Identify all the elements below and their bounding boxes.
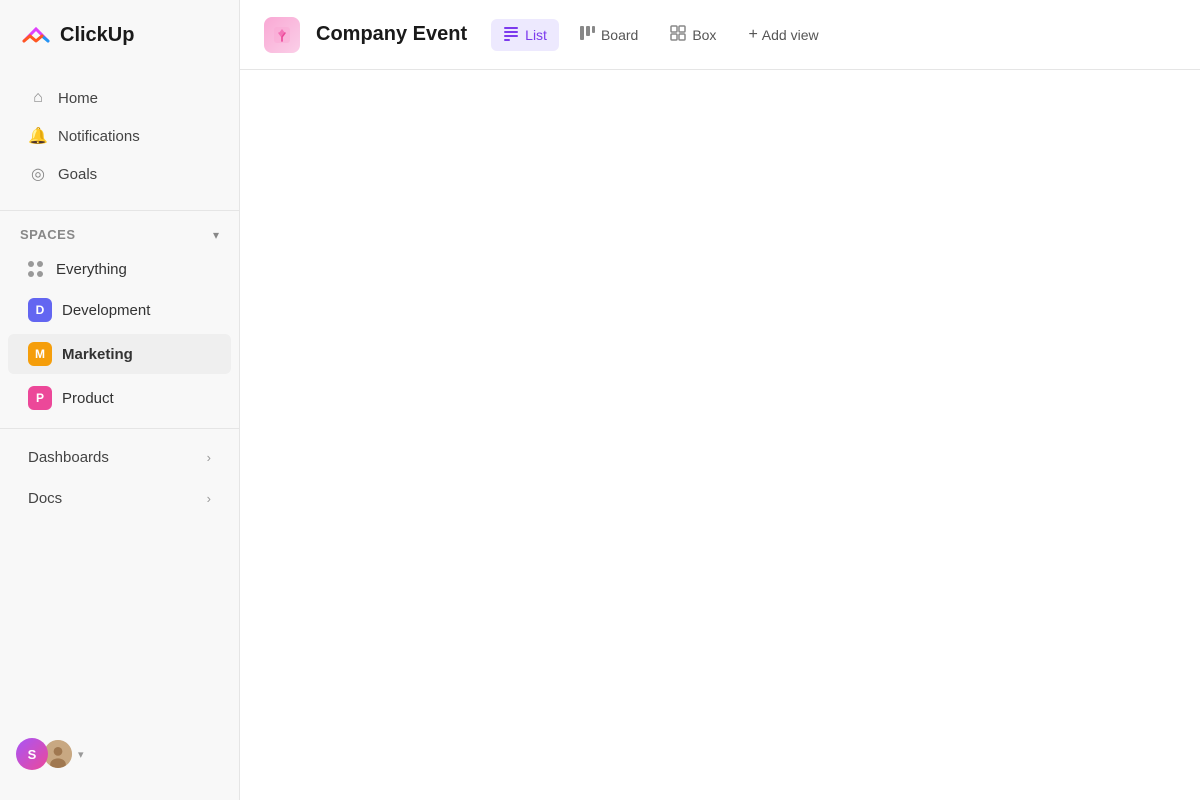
logo-area: ClickUp	[0, 0, 239, 70]
add-view-plus-icon: +	[748, 26, 757, 44]
goals-label: Goals	[58, 166, 97, 183]
user-photo-svg	[44, 738, 72, 770]
product-label: Product	[62, 390, 114, 407]
app-name: ClickUp	[60, 24, 134, 47]
project-title: Company Event	[316, 23, 467, 46]
everything-label: Everything	[56, 261, 127, 278]
list-tab-icon-svg	[503, 25, 519, 41]
tab-board[interactable]: Board	[567, 19, 650, 51]
dashboards-chevron-icon: ›	[207, 450, 211, 465]
spaces-chevron-icon: ▾	[213, 228, 219, 242]
box-tab-icon-svg	[670, 25, 686, 41]
sidebar-divider-2	[0, 428, 239, 429]
sidebar-item-product[interactable]: P Product	[8, 378, 231, 418]
marketing-label: Marketing	[62, 346, 133, 363]
company-event-icon-svg	[271, 24, 293, 46]
sidebar-item-dashboards[interactable]: Dashboards ›	[8, 439, 231, 476]
docs-label: Docs	[28, 490, 207, 507]
spaces-label: Spaces	[20, 227, 76, 242]
bell-icon: 🔔	[28, 126, 48, 146]
sidebar-item-home[interactable]: ⌂ Home	[8, 80, 231, 116]
marketing-avatar: M	[28, 342, 52, 366]
sidebar-item-notifications[interactable]: 🔔 Notifications	[8, 118, 231, 154]
tab-list[interactable]: List	[491, 19, 559, 51]
dashboards-label: Dashboards	[28, 449, 207, 466]
project-icon	[264, 17, 300, 53]
spaces-header[interactable]: Spaces ▾	[0, 219, 239, 250]
development-label: Development	[62, 302, 150, 319]
target-icon: ◎	[28, 164, 48, 184]
box-icon	[670, 25, 686, 45]
home-icon: ⌂	[28, 88, 48, 108]
box-tab-label: Box	[692, 27, 716, 43]
notifications-label: Notifications	[58, 128, 140, 145]
main-area	[240, 70, 1200, 800]
development-avatar: D	[28, 298, 52, 322]
main-content: Company Event List B	[240, 0, 1200, 800]
list-icon	[503, 25, 519, 45]
sidebar-item-development[interactable]: D Development	[8, 290, 231, 330]
top-bar: Company Event List B	[240, 0, 1200, 70]
list-tab-label: List	[525, 27, 547, 43]
sidebar-item-marketing[interactable]: M Marketing	[8, 334, 231, 374]
tab-box[interactable]: Box	[658, 19, 728, 51]
sidebar-footer[interactable]: S ▾	[0, 728, 239, 780]
home-label: Home	[58, 90, 98, 107]
sidebar-divider-1	[0, 210, 239, 211]
user-menu-chevron-icon: ▾	[78, 748, 84, 761]
sidebar-item-goals[interactable]: ◎ Goals	[8, 156, 231, 192]
board-icon	[579, 25, 595, 45]
board-tab-label: Board	[601, 27, 638, 43]
user-avatar-s: S	[16, 738, 48, 770]
clickup-logo-icon	[20, 19, 52, 51]
everything-dots-icon	[28, 260, 46, 278]
add-view-label: Add view	[762, 27, 819, 43]
board-tab-icon-svg	[579, 25, 595, 41]
product-avatar: P	[28, 386, 52, 410]
add-view-button[interactable]: + Add view	[736, 20, 830, 50]
sidebar-item-everything[interactable]: Everything	[8, 252, 231, 286]
docs-chevron-icon: ›	[207, 491, 211, 506]
nav-section: ⌂ Home 🔔 Notifications ◎ Goals	[0, 70, 239, 202]
sidebar: ClickUp ⌂ Home 🔔 Notifications ◎ Goals S…	[0, 0, 240, 800]
sidebar-item-docs[interactable]: Docs ›	[8, 480, 231, 517]
